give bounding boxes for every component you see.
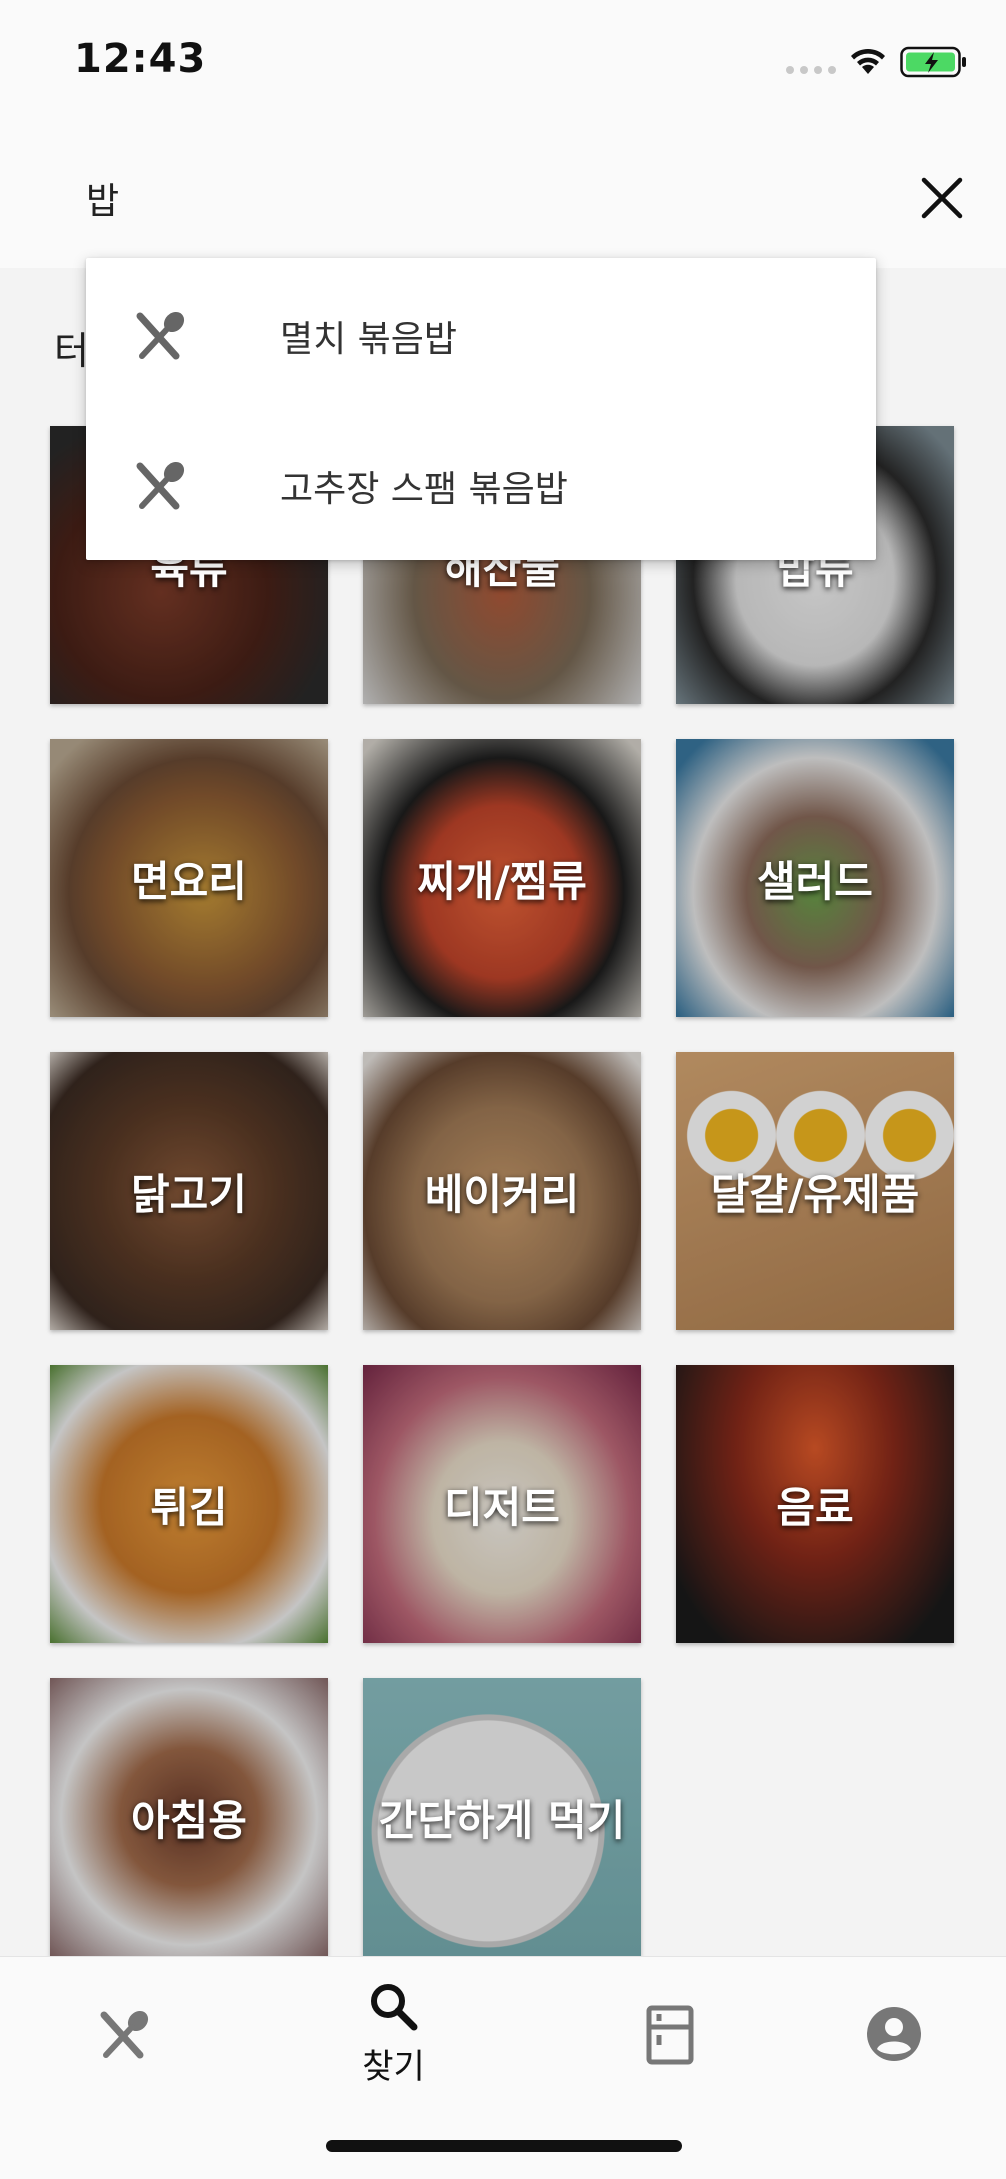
category-label: 달걀/유제품: [710, 1169, 920, 1219]
category-tile-chicken[interactable]: 닭고기: [50, 1052, 328, 1330]
fridge-icon: [646, 2005, 693, 2065]
utensils-icon: [136, 461, 185, 510]
section-title: 터: [54, 329, 89, 373]
wifi-icon: [851, 48, 885, 74]
category-tile-fried[interactable]: 튀김: [50, 1365, 328, 1643]
signal-dots-icon: [786, 66, 836, 74]
category-tile-salad[interactable]: 샐러드: [676, 739, 954, 1017]
category-tile-stew[interactable]: 찌개/찜류: [363, 739, 641, 1017]
account-icon: [866, 2007, 921, 2061]
suggestion-item[interactable]: 고추장 스팸 볶음밥: [86, 408, 876, 558]
search-icon: [370, 1984, 417, 2031]
tab-account[interactable]: [768, 1957, 1006, 2117]
category-label: 튀김: [150, 1482, 228, 1532]
status-bar: 12:43: [0, 0, 1006, 130]
category-tile-drinks[interactable]: 음료: [676, 1365, 954, 1643]
category-label: 찌개/찜류: [417, 856, 587, 906]
battery-charging-icon: [900, 46, 966, 78]
category-tile-eggs-dairy[interactable]: 달걀/유제품: [676, 1052, 954, 1330]
category-label: 아침용: [131, 1795, 247, 1845]
category-label: 디저트: [444, 1482, 560, 1532]
category-tile-dessert[interactable]: 디저트: [363, 1365, 641, 1643]
category-label: 베이커리: [424, 1169, 580, 1219]
tab-recipes[interactable]: [0, 1957, 251, 2117]
close-icon[interactable]: [914, 170, 970, 226]
category-label: 간단하게 먹기: [378, 1795, 626, 1845]
suggestion-item[interactable]: 멸치 볶음밥: [86, 258, 876, 408]
status-time: 12:43: [74, 36, 207, 82]
tab-search[interactable]: 찾기: [268, 1957, 519, 2117]
category-label: 면요리: [131, 856, 247, 906]
category-label: 샐러드: [757, 856, 873, 906]
search-bar: [0, 130, 1006, 268]
suggestion-text: 멸치 볶음밥: [280, 319, 458, 360]
category-tile-breakfast[interactable]: 아침용: [50, 1678, 328, 1956]
home-indicator: [326, 2140, 682, 2152]
category-label: 음료: [776, 1482, 854, 1532]
tab-fridge[interactable]: [544, 1957, 795, 2117]
category-tile-bakery[interactable]: 베이커리: [363, 1052, 641, 1330]
utensils-icon: [136, 311, 185, 360]
category-tile-noodles[interactable]: 면요리: [50, 739, 328, 1017]
category-tile-quick-meals[interactable]: 간단하게 먹기: [363, 1678, 641, 1956]
search-suggestions: 멸치 볶음밥 고추장 스팸 볶음밥: [86, 258, 876, 560]
suggestion-text: 고추장 스팸 볶음밥: [280, 469, 568, 510]
utensils-icon: [100, 2010, 148, 2059]
category-label: 닭고기: [131, 1169, 247, 1219]
tab-search-label: 찾기: [362, 2047, 425, 2087]
search-input[interactable]: [86, 168, 786, 228]
